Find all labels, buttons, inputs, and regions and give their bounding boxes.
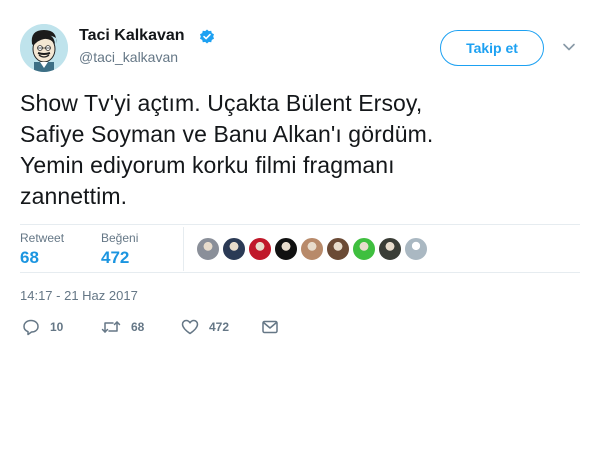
- liker-avatar[interactable]: [404, 237, 428, 261]
- stat-separator: [183, 227, 184, 271]
- cartoon-face-avatar-icon: [20, 24, 68, 72]
- like-stat[interactable]: Beğeni 472: [101, 231, 138, 269]
- like-count: 472: [209, 320, 230, 334]
- liker-avatar[interactable]: [352, 237, 376, 261]
- verified-badge-icon: [200, 29, 214, 44]
- like-stat-count: 472: [101, 248, 130, 267]
- like-stat-label: Beğeni: [101, 231, 139, 245]
- tweet-text-line: Show Tv'yi açtım. Uçakta Bülent Ersoy,: [20, 90, 423, 116]
- liker-avatar[interactable]: [326, 237, 350, 261]
- liker-avatar[interactable]: [274, 237, 298, 261]
- tweet-card: Taci Kalkavan @taci_kalkavan Takip et Sh…: [0, 0, 600, 450]
- retweet-button[interactable]: 68: [101, 318, 144, 336]
- tweet-text: Show Tv'yi açtım. Uçakta Bülent Ersoy, S…: [20, 88, 580, 212]
- divider: [20, 224, 580, 225]
- reply-button[interactable]: 10: [22, 318, 63, 336]
- heart-icon: [181, 319, 199, 335]
- display-name[interactable]: Taci Kalkavan: [79, 27, 185, 45]
- tweet-text-line: zannettim.: [20, 183, 128, 209]
- liker-avatar[interactable]: [196, 237, 220, 261]
- avatar[interactable]: [20, 24, 68, 72]
- tweet-text-line: Yemin ediyorum korku filmi fragmanı: [20, 152, 395, 178]
- liker-avatar[interactable]: [248, 237, 272, 261]
- direct-message-button[interactable]: [261, 318, 279, 336]
- retweet-stat[interactable]: Retweet 68: [20, 231, 64, 269]
- retweet-icon: [101, 321, 121, 333]
- chevron-down-icon[interactable]: [562, 40, 576, 54]
- reply-count: 10: [50, 320, 64, 334]
- divider: [20, 272, 580, 273]
- retweet-count: 68: [131, 320, 145, 334]
- user-handle[interactable]: @taci_kalkavan: [79, 49, 178, 65]
- envelope-icon: [262, 320, 278, 334]
- reply-icon: [23, 319, 39, 336]
- liker-avatar[interactable]: [222, 237, 246, 261]
- retweet-stat-count: 68: [20, 248, 39, 267]
- retweet-stat-label: Retweet: [20, 231, 65, 245]
- follow-button[interactable]: Takip et: [440, 30, 544, 66]
- like-button[interactable]: 472: [181, 318, 229, 336]
- liker-avatar[interactable]: [300, 237, 324, 261]
- tweet-timestamp[interactable]: 14:17 - 21 Haz 2017: [20, 288, 138, 303]
- liker-avatar[interactable]: [378, 237, 402, 261]
- tweet-text-line: Safiye Soyman ve Banu Alkan'ı gördüm.: [20, 121, 434, 147]
